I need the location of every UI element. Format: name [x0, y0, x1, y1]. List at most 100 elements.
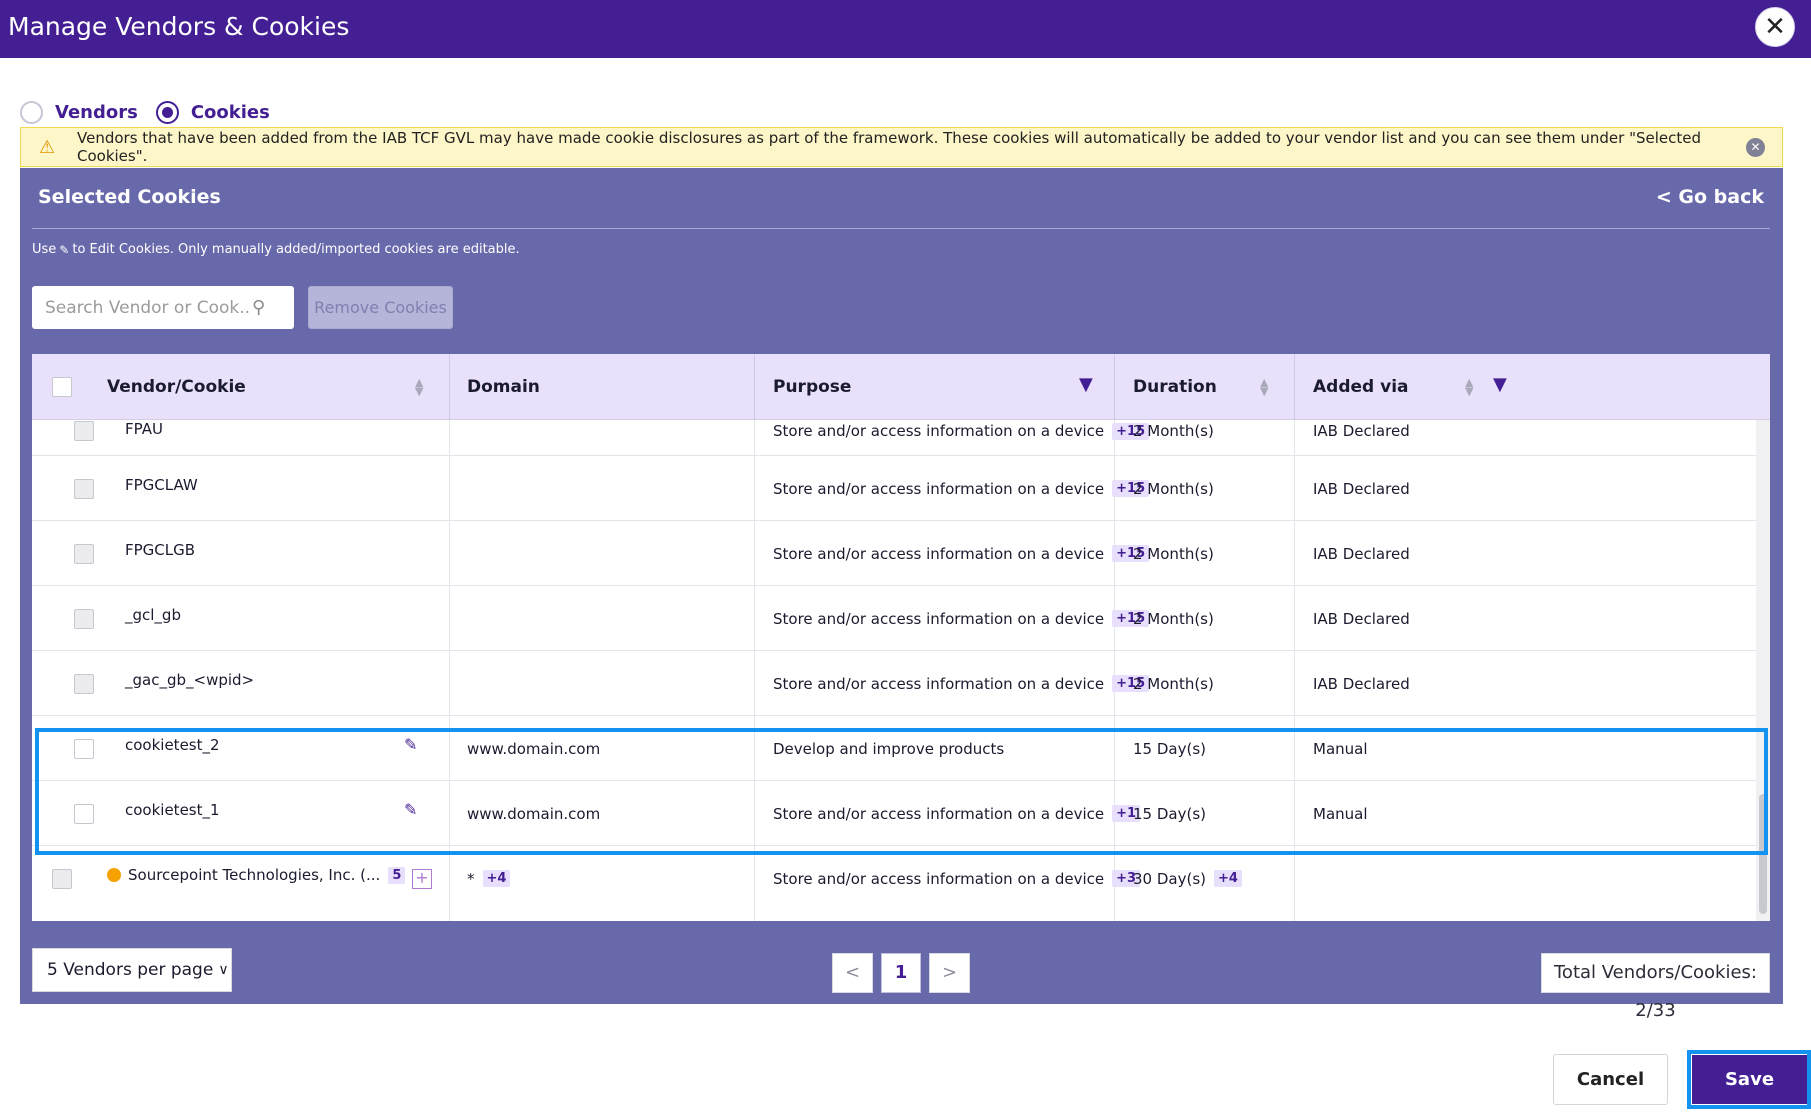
save-button[interactable]: Save: [1692, 1055, 1807, 1104]
page-number-button[interactable]: 1: [881, 953, 921, 993]
row-checkbox[interactable]: [74, 543, 94, 564]
vendor-name: Sourcepoint Technologies, Inc. (...: [128, 866, 381, 884]
purpose-text: Store and/or access information on a dev…: [773, 609, 1105, 628]
row-checkbox-cell: [74, 781, 94, 846]
duration-cell: 30 Day(s) +4: [1133, 846, 1242, 911]
cookie-name: cookietest_1: [125, 801, 220, 819]
row-checkbox-cell: [74, 456, 94, 521]
added-via-cell: Manual: [1313, 804, 1368, 823]
dialog-title-bar: Manage Vendors & Cookies ✕: [0, 0, 1811, 58]
per-page-select[interactable]: 5 Vendors per page ∨: [32, 948, 232, 992]
vendor-name-cell: Sourcepoint Technologies, Inc. (... 5: [107, 846, 406, 904]
added-via-cell: IAB Declared: [1313, 609, 1410, 628]
edit-cell: [450, 716, 451, 772]
table-row[interactable]: cookietest_1 ✎ www.domain.com Store and/…: [32, 781, 1756, 846]
vendor-status-dot: [107, 868, 121, 882]
cookie-name: FPGCLAW: [125, 476, 198, 494]
edit-cell: ✎: [404, 716, 417, 772]
go-back-link[interactable]: < Go back: [1656, 186, 1764, 208]
remove-cookies-button[interactable]: Remove Cookies: [308, 286, 453, 329]
duration-cell: 2 Month(s): [1133, 479, 1214, 498]
warning-icon: ⚠: [39, 136, 56, 158]
purpose-cell: Store and/or access information on a dev…: [773, 651, 1150, 716]
edit-cell: ✎: [404, 781, 417, 837]
row-checkbox[interactable]: [74, 421, 94, 441]
purpose-text: Store and/or access information on a dev…: [773, 869, 1105, 888]
vendor-row[interactable]: Sourcepoint Technologies, Inc. (... 5 + …: [32, 846, 1756, 911]
prev-page-button[interactable]: <: [832, 953, 873, 993]
pencil-icon[interactable]: ✎: [404, 800, 417, 819]
cookies-radio[interactable]: [155, 100, 179, 124]
duration-text: 30 Day(s): [1133, 869, 1206, 888]
edit-hint-prefix: Use: [32, 242, 57, 257]
view-mode-toggle: Vendors Cookies: [20, 99, 288, 125]
table-row[interactable]: FPGCLGB Store and/or access information …: [32, 521, 1756, 586]
domain-text: *: [467, 869, 475, 888]
domain-cell: * +4: [467, 846, 511, 911]
vendors-radio-label[interactable]: Vendors: [55, 102, 138, 123]
purpose-text: Develop and improve products: [773, 739, 1005, 758]
duration-cell: 2 Month(s): [1133, 674, 1214, 693]
expand-icon[interactable]: +: [412, 868, 432, 889]
chevron-down-icon: ∨: [218, 962, 229, 978]
vendor-cookie-count[interactable]: 5: [388, 866, 406, 884]
row-checkbox-cell: [52, 846, 72, 911]
duration-cell: 15 Day(s): [1133, 739, 1206, 758]
table-row[interactable]: FPGCLAW Store and/or access information …: [32, 456, 1756, 521]
edit-hint: Use ✎ to Edit Cookies. Only manually add…: [32, 242, 520, 257]
close-icon[interactable]: ✕: [1755, 7, 1795, 47]
purpose-cell: Store and/or access information on a dev…: [773, 421, 1150, 441]
table-row[interactable]: _gac_gb_<wpid> Store and/or access infor…: [32, 651, 1756, 716]
purpose-text: Store and/or access information on a dev…: [773, 674, 1105, 693]
row-checkbox[interactable]: [74, 673, 94, 694]
added-via-cell: IAB Declared: [1313, 544, 1410, 563]
edit-hint-suffix: to Edit Cookies. Only manually added/imp…: [72, 242, 520, 257]
added-via-cell: Manual: [1313, 739, 1368, 758]
row-checkbox[interactable]: [74, 478, 94, 499]
cookie-name: FPAU: [125, 420, 163, 438]
pagination: < 1 >: [832, 953, 978, 993]
row-checkbox-cell: [74, 716, 94, 781]
table-row[interactable]: cookietest_2 ✎ www.domain.com Develop an…: [32, 716, 1756, 781]
purpose-cell: Store and/or access information on a dev…: [773, 456, 1150, 521]
search-icon[interactable]: ⚲: [252, 297, 265, 318]
selected-cookies-panel: Selected Cookies < Go back Use ✎ to Edit…: [20, 168, 1783, 1021]
row-checkbox-cell: [74, 421, 94, 441]
row-checkbox[interactable]: [74, 738, 94, 759]
cookies-table: Vendor/Cookie ▲ ▼ Domain Purpose ▼ Durati…: [32, 354, 1770, 921]
cancel-button[interactable]: Cancel: [1553, 1054, 1668, 1105]
purpose-cell: Store and/or access information on a dev…: [773, 781, 1141, 846]
purpose-cell: Store and/or access information on a dev…: [773, 846, 1141, 911]
table-row[interactable]: _gcl_gb Store and/or access information …: [32, 586, 1756, 651]
table-row[interactable]: FPAU Store and/or access information on …: [32, 391, 1756, 456]
domain-more-tag[interactable]: +4: [482, 870, 511, 887]
pencil-icon[interactable]: ✎: [404, 735, 417, 754]
cookie-name: _gac_gb_<wpid>: [125, 671, 255, 689]
cookies-radio-label[interactable]: Cookies: [191, 102, 270, 123]
duration-cell: 2 Month(s): [1133, 422, 1214, 440]
purpose-text: Store and/or access information on a dev…: [773, 422, 1105, 440]
expand-cell: +: [412, 846, 432, 911]
row-checkbox[interactable]: [74, 803, 94, 824]
added-via-cell: IAB Declared: [1313, 422, 1410, 440]
panel-title: Selected Cookies: [38, 186, 221, 208]
duration-cell: 15 Day(s): [1133, 804, 1206, 823]
close-circle-icon[interactable]: ✕: [1746, 137, 1765, 157]
search-box: ⚲: [32, 286, 294, 329]
cookie-name: _gcl_gb: [125, 606, 181, 624]
vendors-radio[interactable]: [20, 100, 43, 124]
row-checkbox[interactable]: [52, 868, 72, 889]
cookie-name: cookietest_2: [125, 736, 220, 754]
row-checkbox[interactable]: [74, 608, 94, 629]
dialog-title: Manage Vendors & Cookies: [8, 12, 350, 41]
duration-more-tag[interactable]: +4: [1214, 870, 1242, 887]
next-page-button[interactable]: >: [929, 953, 970, 993]
purpose-text: Store and/or access information on a dev…: [773, 804, 1105, 823]
row-checkbox-cell: [74, 651, 94, 716]
table-scrollbar-thumb[interactable]: [1759, 794, 1767, 914]
search-input[interactable]: [45, 297, 250, 318]
cookie-name: FPGCLGB: [125, 541, 196, 559]
row-checkbox-cell: [74, 521, 94, 586]
per-page-label: 5 Vendors per page: [47, 960, 214, 980]
pencil-icon: ✎: [59, 242, 70, 257]
